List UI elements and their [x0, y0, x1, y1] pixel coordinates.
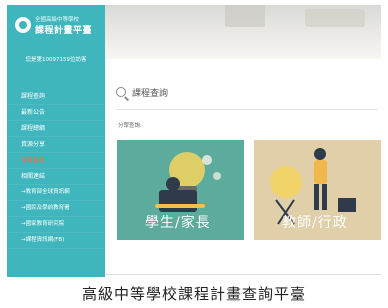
hero-banner: [105, 5, 381, 59]
divider: [105, 274, 381, 275]
category-label: 分眾查詢:: [118, 123, 142, 129]
sidebar: 全國高級中等學校 課程計畫平臺 您是第10097159位訪客 課程查詢 最新公告…: [7, 5, 105, 277]
teacher-admin-card[interactable]: 教師/行政: [254, 140, 381, 240]
sidebar-item-announcements[interactable]: 最新公告: [7, 105, 105, 121]
sidebar-link-moe[interactable]: →教育部全球資訊網: [7, 185, 105, 201]
sidebar-item-bookmarks[interactable]: 各類書籤: [7, 153, 105, 169]
sidebar-item-resources[interactable]: 資源分享: [7, 137, 105, 153]
logo-subtitle: 全國高級中等學校: [35, 17, 80, 23]
divider: [116, 109, 378, 110]
sidebar-link-facebook[interactable]: →課程資訊網(FB): [7, 233, 105, 249]
sidebar-item-curriculum[interactable]: 課程總綱: [7, 121, 105, 137]
logo-title: 課程計畫平臺: [35, 26, 93, 36]
sidebar-item-related-links[interactable]: 相關連結: [7, 169, 105, 185]
card-label: 學生/家長: [145, 215, 211, 231]
card-label: 教師/行政: [282, 215, 348, 231]
search-icon: [116, 87, 126, 97]
banner-photo-shape: [225, 5, 265, 27]
search-header: 課程查詢: [116, 86, 378, 102]
sidebar-link-naer[interactable]: →國家教育研究院: [7, 217, 105, 233]
emblem-icon: [15, 17, 31, 33]
sidebar-nav: 課程查詢 最新公告 課程總綱 資源分享 各類書籤 相關連結 →教育部全球資訊網 …: [7, 89, 105, 249]
page-title: 課程查詢: [132, 89, 169, 99]
sidebar-item-course-query[interactable]: 課程查詢: [7, 89, 105, 105]
visitor-counter: 您是第10097159位訪客: [25, 57, 87, 63]
site-logo[interactable]: 全國高級中等學校 課程計畫平臺: [15, 13, 103, 41]
sidebar-link-k12ea[interactable]: →國民及學前教育署: [7, 201, 105, 217]
student-parent-card[interactable]: 學生/家長: [117, 140, 244, 240]
figure-caption: 高級中等學校課程計畫查詢平臺: [81, 285, 306, 303]
banner-photo-shape: [305, 9, 365, 27]
